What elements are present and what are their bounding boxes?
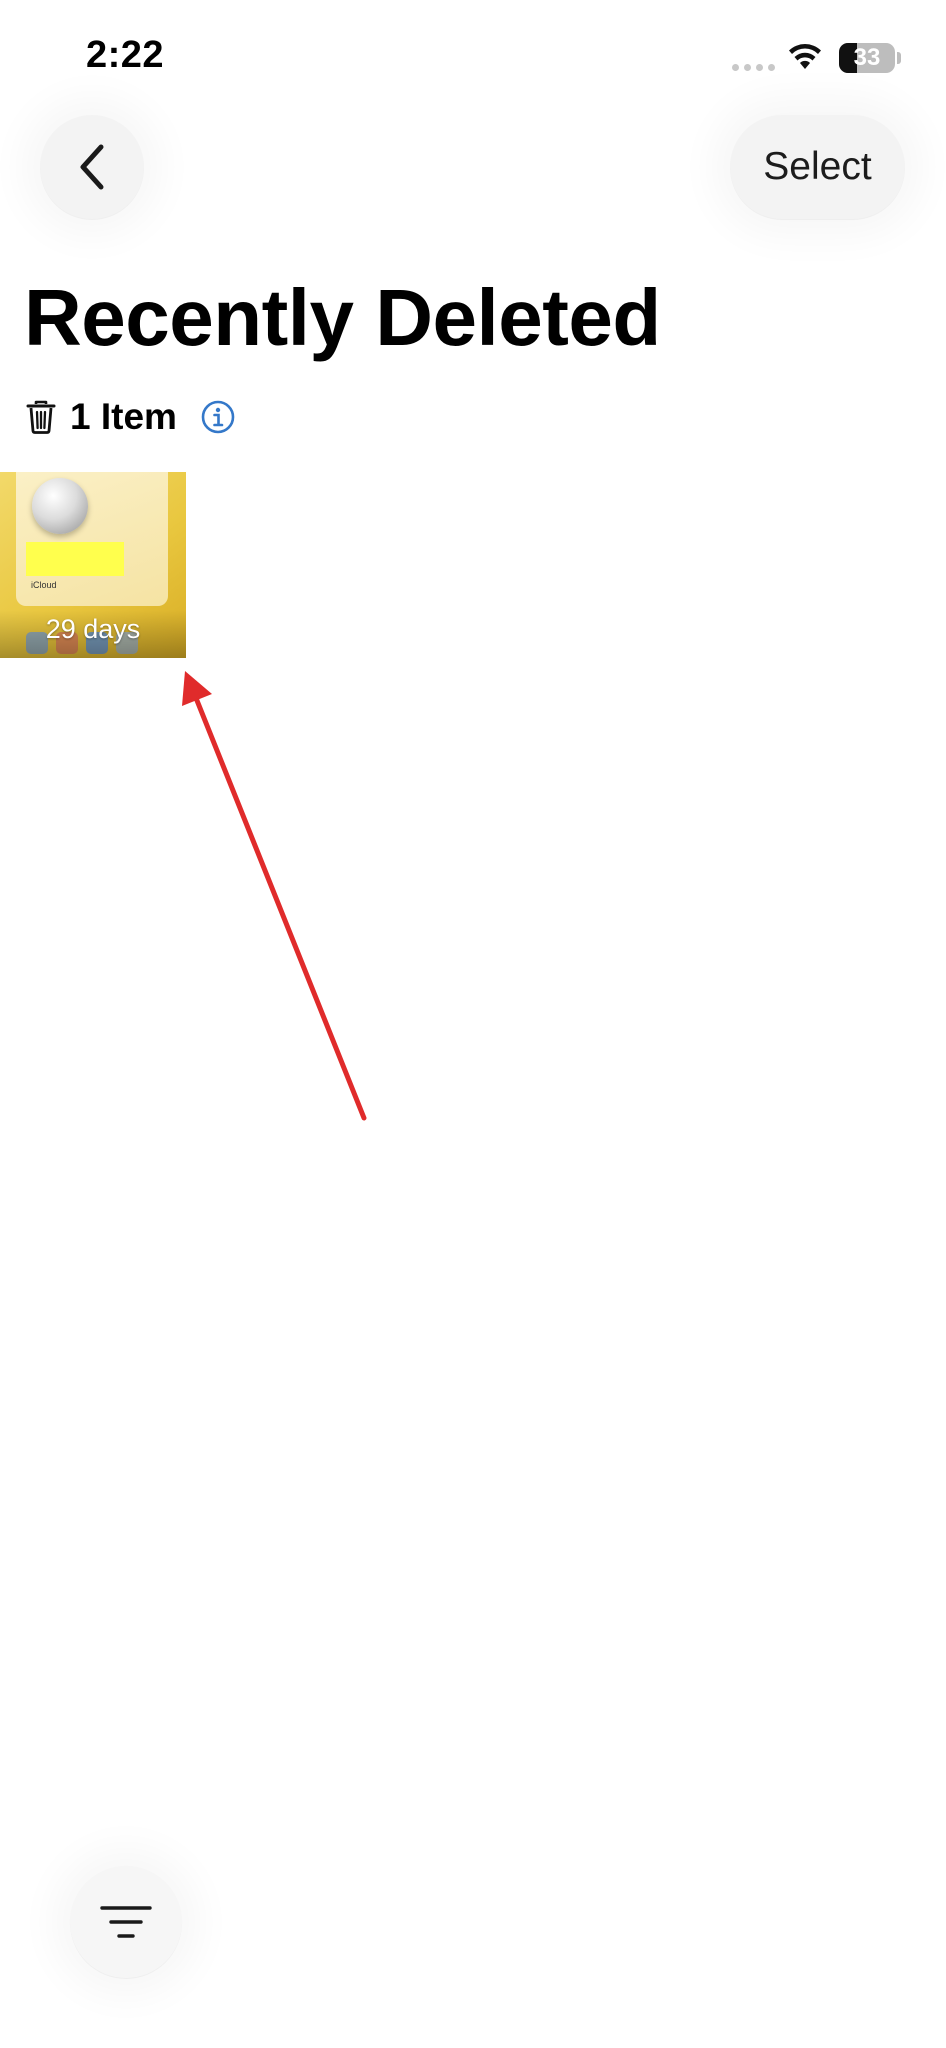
battery-cap (897, 52, 901, 64)
status-time: 2:22 (86, 34, 165, 76)
filter-icon (100, 1906, 152, 1938)
item-count: 1 Item (70, 396, 177, 437)
redaction-box (26, 542, 124, 576)
item-count-row: 1 Item (26, 392, 235, 442)
page-title: Recently Deleted (24, 273, 661, 362)
days-remaining-label: 29 days (45, 614, 141, 644)
select-button[interactable]: Select (730, 115, 905, 219)
deleted-photo-thumbnail[interactable]: iCloud 29 days (0, 472, 186, 658)
chevron-left-icon (80, 144, 104, 190)
thumbnail-caption: iCloud (31, 580, 57, 590)
battery-percent: 33 (853, 44, 881, 71)
signal-dots-icon (732, 64, 775, 71)
filter-button[interactable] (70, 1866, 182, 1978)
wifi-icon (789, 44, 821, 69)
battery-icon: 33 (839, 43, 895, 73)
trash-icon (26, 400, 56, 434)
info-icon[interactable] (201, 400, 235, 434)
back-button[interactable] (40, 115, 144, 219)
golf-ball-image (32, 478, 88, 534)
